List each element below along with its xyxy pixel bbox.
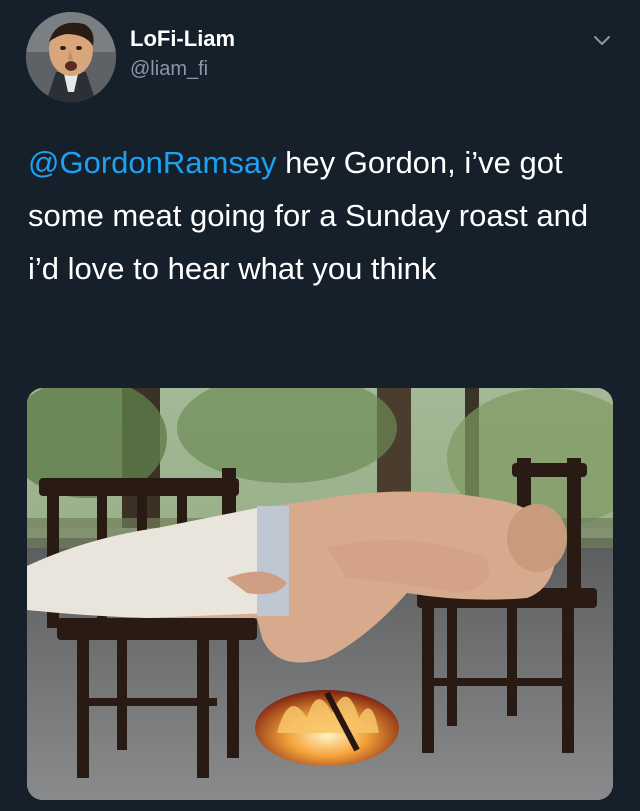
tweet-photo[interactable]: [27, 388, 613, 800]
author-display-name[interactable]: LoFi-Liam: [130, 26, 235, 52]
avatar[interactable]: [26, 12, 116, 102]
tweet-card: LoFi-Liam @liam_fi @GordonRamsay hey Gor…: [0, 0, 640, 811]
mention-link[interactable]: @GordonRamsay: [28, 145, 277, 180]
cartoon-avatar-icon: [26, 12, 116, 102]
chevron-down-icon: [594, 36, 610, 45]
photo-man-lying-across-two-chairs-over-fire: [27, 388, 613, 800]
author-handle[interactable]: @liam_fi: [130, 58, 208, 81]
tweet-menu-button[interactable]: [590, 28, 614, 52]
tweet-text: @GordonRamsay hey Gordon, i’ve got some …: [28, 136, 613, 295]
